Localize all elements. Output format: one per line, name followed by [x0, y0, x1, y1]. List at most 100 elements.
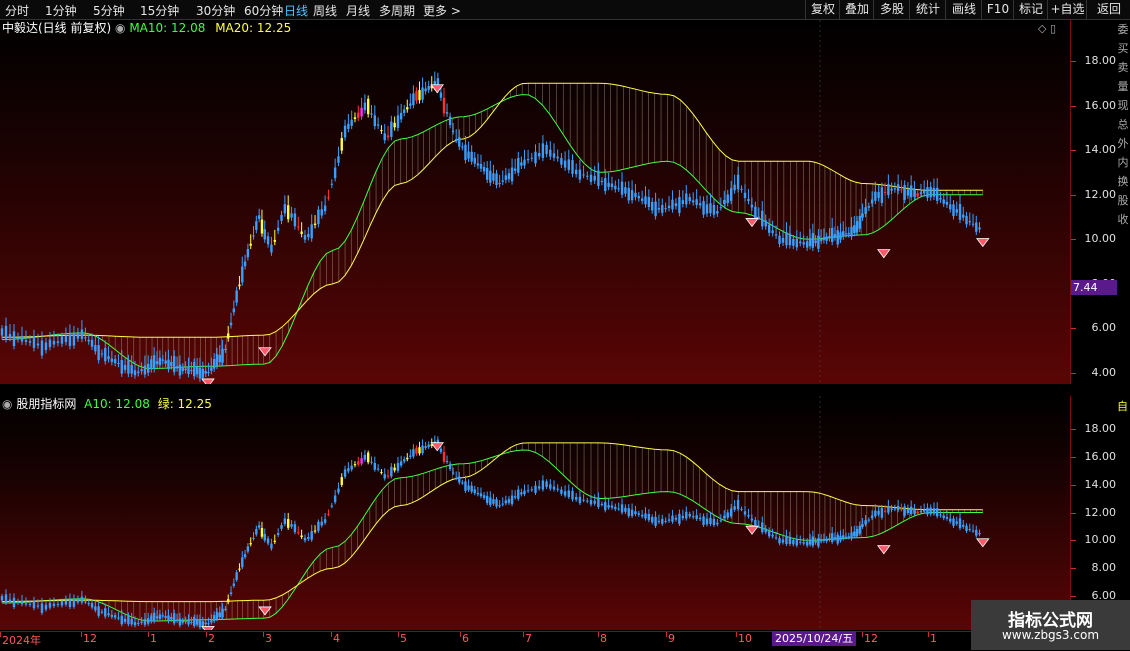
toolbar-button-8[interactable]: 返回	[1086, 0, 1130, 19]
diamond-signal-icon	[877, 545, 891, 555]
candle-body	[864, 520, 867, 525]
candle-body	[137, 622, 140, 624]
candle-body	[297, 226, 300, 228]
candle-body	[578, 169, 582, 180]
period-tab-0[interactable]: 分时	[5, 2, 29, 19]
candle-body	[297, 532, 300, 534]
quote-sidebar[interactable]: 委买卖量现总外内换股收	[1116, 20, 1130, 384]
x-tick-label: 2024年	[2, 634, 41, 647]
toolbar-button-6[interactable]: 标记	[1013, 0, 1048, 19]
candle-body	[421, 87, 424, 100]
candle-body	[337, 156, 340, 163]
period-tab-6[interactable]: 日线	[284, 2, 308, 19]
candle-body	[712, 204, 716, 215]
toolbar-button-1[interactable]: 叠加	[839, 0, 874, 19]
candle-body	[4, 325, 8, 340]
settings-circle-icon[interactable]: ◉	[2, 397, 12, 411]
candle-body	[123, 618, 127, 622]
candle-body	[926, 507, 929, 515]
cursor-date-label: 2025/10/24/五	[772, 631, 857, 646]
period-tab-8[interactable]: 月线	[346, 2, 370, 19]
candle-body	[825, 236, 828, 241]
band-hatching	[1, 83, 984, 369]
candle-body	[150, 615, 153, 622]
candle-body	[903, 506, 906, 516]
period-tab-1[interactable]: 1分钟	[45, 2, 77, 19]
indicator-chart-canvas[interactable]	[0, 396, 1070, 630]
candle-body	[716, 211, 719, 214]
panel-separator[interactable]	[0, 384, 1130, 396]
candle-body	[640, 514, 644, 517]
candle-body	[764, 528, 767, 533]
x-tick-label: 8	[600, 632, 607, 645]
candle-body	[600, 503, 604, 505]
candle-body	[28, 603, 32, 605]
candle-body	[320, 209, 323, 216]
candle-body	[578, 496, 582, 504]
toolbar-button-4[interactable]: 画线	[945, 0, 982, 19]
period-tab-5[interactable]: 60分钟	[244, 2, 283, 19]
candle-body	[805, 241, 809, 248]
y-tick-mark	[1071, 512, 1076, 514]
candle-body	[343, 469, 347, 477]
candle-body	[958, 518, 962, 529]
y-tick-label: 16.00	[1084, 449, 1117, 463]
candle-body	[76, 598, 80, 603]
y-tick-mark	[1071, 373, 1076, 374]
candle-body	[399, 461, 403, 466]
candle-body	[647, 513, 651, 521]
candle-body	[965, 525, 968, 531]
panel-corner-icons[interactable]: ◇ ▯	[1038, 22, 1056, 35]
toolbar-button-0[interactable]: 复权	[805, 0, 840, 19]
candle-body	[40, 340, 44, 356]
candle-body	[333, 495, 337, 503]
candle-body	[781, 539, 785, 543]
candle-body	[681, 515, 685, 519]
candle-body	[517, 157, 520, 173]
candle-body	[893, 188, 897, 190]
period-tab-2[interactable]: 5分钟	[93, 2, 125, 19]
a10-value: A10: 12.08	[84, 397, 150, 411]
indicator-panel[interactable]: ◉ 股朋指标网 A10: 12.08 绿: 12.25	[0, 396, 1071, 630]
period-tab-3[interactable]: 15分钟	[140, 2, 179, 19]
indicator-name[interactable]: 股朋指标网	[16, 397, 76, 411]
candle-body	[657, 520, 661, 522]
candle-body	[593, 500, 596, 504]
stock-name[interactable]: 中毅达(日线 前复权)	[2, 21, 111, 35]
candle-body	[788, 233, 792, 246]
main-chart-panel[interactable]: 中毅达(日线 前复权) ◉ MA10: 12.08 MA20: 12.25 ◇ …	[0, 20, 1071, 384]
candle-body	[130, 618, 133, 625]
candle-body	[614, 185, 617, 190]
diamond-signal-icon	[976, 538, 990, 548]
candle-body	[919, 511, 923, 513]
candle-body	[504, 500, 508, 504]
toolbar-button-3[interactable]: 统计	[909, 0, 946, 19]
candle-body	[520, 162, 523, 166]
period-tab-4[interactable]: 30分钟	[196, 2, 235, 19]
candle-body	[654, 201, 657, 217]
period-tab-10[interactable]: 更多 >	[423, 2, 461, 19]
date-axis[interactable]: 2024年121234567891011121	[0, 631, 1070, 651]
main-chart-canvas[interactable]	[0, 20, 1070, 384]
candle-body	[187, 620, 190, 625]
period-tab-7[interactable]: 周线	[313, 2, 337, 19]
candle-body	[867, 519, 871, 521]
candle-body	[287, 205, 290, 220]
candle-body	[266, 236, 270, 245]
candle-body	[637, 513, 641, 515]
toolbar-button-5[interactable]: F10	[981, 0, 1014, 19]
candle-body	[347, 468, 350, 472]
period-tab-9[interactable]: 多周期	[379, 2, 415, 19]
ma20-line	[1, 442, 983, 603]
settings-circle-icon[interactable]: ◉	[115, 21, 125, 35]
candle-body	[617, 508, 620, 510]
candle-body	[610, 505, 614, 508]
toolbar-button-2[interactable]: 多股	[873, 0, 910, 19]
candle-body	[534, 485, 537, 493]
toolbar-button-7[interactable]: +自选	[1047, 0, 1087, 19]
candle-body	[276, 227, 280, 231]
candle-body	[575, 496, 578, 500]
x-tick-label: 1	[930, 632, 937, 645]
candle-body	[538, 486, 541, 489]
candle-body	[370, 113, 373, 115]
